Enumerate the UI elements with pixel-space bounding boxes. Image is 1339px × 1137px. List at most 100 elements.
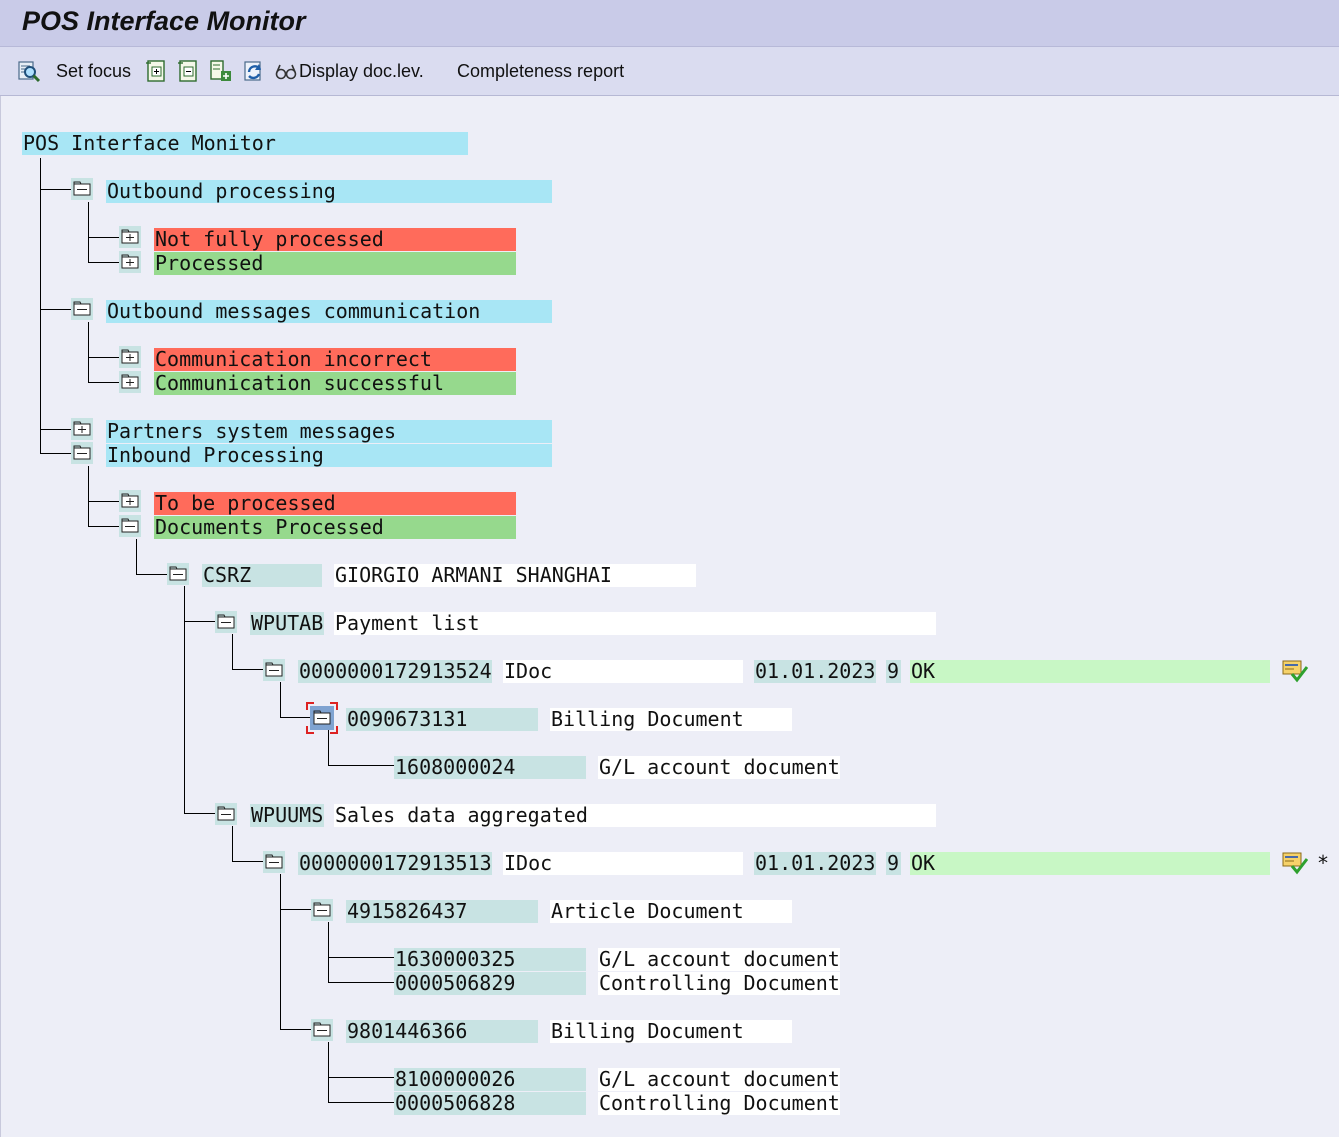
tree-connector bbox=[184, 813, 216, 814]
folder-open-icon[interactable] bbox=[215, 611, 237, 633]
co-doc-number[interactable]: 0000506828 bbox=[394, 1092, 586, 1115]
completeness-report-button[interactable]: Completeness report bbox=[457, 47, 624, 95]
refresh-icon[interactable] bbox=[242, 59, 266, 83]
msgtype-wputab-desc: Payment list bbox=[334, 612, 936, 635]
idoc-ok-icon[interactable] bbox=[1282, 851, 1308, 875]
tree-connector bbox=[232, 861, 264, 862]
folder-open-icon[interactable] bbox=[263, 659, 285, 681]
co-doc-desc: Controlling Document bbox=[598, 972, 840, 995]
article-doc-number[interactable]: 4915826437 bbox=[346, 900, 538, 923]
billing-doc-number[interactable]: 0090673131 bbox=[346, 708, 538, 731]
msgtype-wpuums-desc: Sales data aggregated bbox=[334, 804, 936, 827]
store-code[interactable]: CSRZ bbox=[202, 564, 322, 587]
idoc-status-text: OK bbox=[910, 852, 1270, 875]
node-to-be-processed[interactable]: To be processed bbox=[154, 492, 516, 515]
tree-connector bbox=[184, 621, 216, 622]
node-processed[interactable]: Processed bbox=[154, 252, 516, 275]
tree-connector bbox=[232, 669, 264, 670]
gl-doc-number[interactable]: 1608000024 bbox=[394, 756, 586, 779]
tree-connector bbox=[40, 189, 71, 190]
folder-open-icon bbox=[313, 710, 331, 725]
billing-doc-number[interactable]: 9801446366 bbox=[346, 1020, 538, 1043]
folder-closed-icon[interactable] bbox=[119, 346, 141, 368]
folder-open-icon[interactable] bbox=[71, 442, 93, 464]
node-documents-processed[interactable]: Documents Processed bbox=[154, 516, 516, 539]
store-name: GIORGIO ARMANI SHANGHAI bbox=[334, 564, 696, 587]
toolbar: Set focus Display doc.lev. Completeness … bbox=[0, 47, 1339, 96]
idoc-status-text: OK bbox=[910, 660, 1270, 683]
tree-connector bbox=[232, 826, 233, 862]
article-doc-desc: Article Document bbox=[550, 900, 792, 923]
folder-closed-icon[interactable] bbox=[119, 490, 141, 512]
tree-connector bbox=[328, 730, 329, 766]
gl-doc-number[interactable]: 8100000026 bbox=[394, 1068, 586, 1091]
folder-open-icon[interactable] bbox=[71, 298, 93, 320]
msgtype-wpuums[interactable]: WPUUMS bbox=[250, 804, 324, 827]
folder-closed-icon[interactable] bbox=[119, 371, 141, 393]
billing-doc-desc: Billing Document bbox=[550, 708, 792, 731]
set-focus-button[interactable]: Set focus bbox=[56, 47, 131, 95]
tree-connector bbox=[280, 682, 281, 718]
node-outbound-messages-communication[interactable]: Outbound messages communication bbox=[106, 300, 552, 323]
expand-subtree-icon[interactable] bbox=[145, 59, 169, 83]
idoc-number[interactable]: 0000000172913513 bbox=[298, 852, 492, 875]
tree-connector bbox=[88, 357, 120, 358]
node-communication-successful[interactable]: Communication successful bbox=[154, 372, 516, 395]
idoc-number[interactable]: 0000000172913524 bbox=[298, 660, 492, 683]
tree-connector bbox=[232, 634, 233, 670]
tree-connector bbox=[280, 909, 312, 910]
msgtype-wputab[interactable]: WPUTAB bbox=[250, 612, 324, 635]
node-outbound-processing[interactable]: Outbound processing bbox=[106, 180, 552, 203]
tree-connector bbox=[328, 1077, 395, 1078]
idoc-status: 9 bbox=[886, 660, 901, 683]
tree-connector bbox=[40, 158, 41, 454]
node-inbound-processing[interactable]: Inbound Processing bbox=[106, 444, 552, 467]
tree-connector bbox=[328, 957, 395, 958]
tree-connector bbox=[328, 982, 395, 983]
tree-connector bbox=[88, 466, 89, 527]
tree-connector bbox=[328, 922, 329, 983]
idoc-date: 01.01.2023 bbox=[754, 660, 876, 683]
folder-open-icon[interactable] bbox=[311, 1019, 333, 1041]
tree-connector bbox=[88, 501, 120, 502]
folder-open-icon[interactable] bbox=[215, 803, 237, 825]
tree-connector bbox=[40, 429, 71, 430]
tree-root-label[interactable]: POS Interface Monitor bbox=[22, 132, 468, 155]
node-communication-incorrect[interactable]: Communication incorrect bbox=[154, 348, 516, 371]
node-not-fully-processed[interactable]: Not fully processed bbox=[154, 228, 516, 251]
display-doc-level-button[interactable]: Display doc.lev. bbox=[299, 47, 424, 95]
folder-open-icon[interactable] bbox=[263, 851, 285, 873]
selected-folder-marker[interactable] bbox=[306, 702, 338, 734]
tree-connector bbox=[328, 1102, 395, 1103]
gl-doc-desc: G/L account document bbox=[598, 1068, 840, 1091]
expand-all-icon[interactable] bbox=[209, 59, 233, 83]
tree-panel: POS Interface Monitor Outbound processin… bbox=[0, 96, 1339, 1137]
tree-connector bbox=[88, 526, 120, 527]
gl-doc-desc: G/L account document bbox=[598, 948, 840, 971]
idoc-type: IDoc bbox=[503, 660, 743, 683]
co-doc-desc: Controlling Document bbox=[598, 1092, 840, 1115]
folder-open-icon[interactable] bbox=[167, 563, 189, 585]
tree-connector bbox=[136, 574, 168, 575]
idoc-ok-icon[interactable] bbox=[1282, 659, 1308, 683]
title-bar: POS Interface Monitor bbox=[0, 0, 1339, 47]
co-doc-number[interactable]: 0000506829 bbox=[394, 972, 586, 995]
idoc-type: IDoc bbox=[503, 852, 743, 875]
folder-open-icon[interactable] bbox=[71, 178, 93, 200]
folder-closed-icon[interactable] bbox=[71, 418, 93, 440]
folder-closed-icon[interactable] bbox=[119, 226, 141, 248]
tree-connector bbox=[88, 262, 120, 263]
find-icon[interactable] bbox=[17, 59, 41, 83]
folder-open-icon[interactable] bbox=[119, 515, 141, 537]
tree-connector bbox=[88, 237, 120, 238]
node-partners-system-messages[interactable]: Partners system messages bbox=[106, 420, 552, 443]
folder-open-icon[interactable] bbox=[311, 899, 333, 921]
gl-doc-number[interactable]: 1630000325 bbox=[394, 948, 586, 971]
folder-closed-icon[interactable] bbox=[119, 251, 141, 273]
collapse-subtree-icon[interactable] bbox=[177, 59, 201, 83]
glasses-icon[interactable] bbox=[274, 59, 298, 83]
gl-doc-desc: G/L account document bbox=[598, 756, 840, 779]
tree-connector bbox=[88, 322, 89, 383]
tree-connector bbox=[136, 539, 137, 575]
tree-connector bbox=[88, 382, 120, 383]
